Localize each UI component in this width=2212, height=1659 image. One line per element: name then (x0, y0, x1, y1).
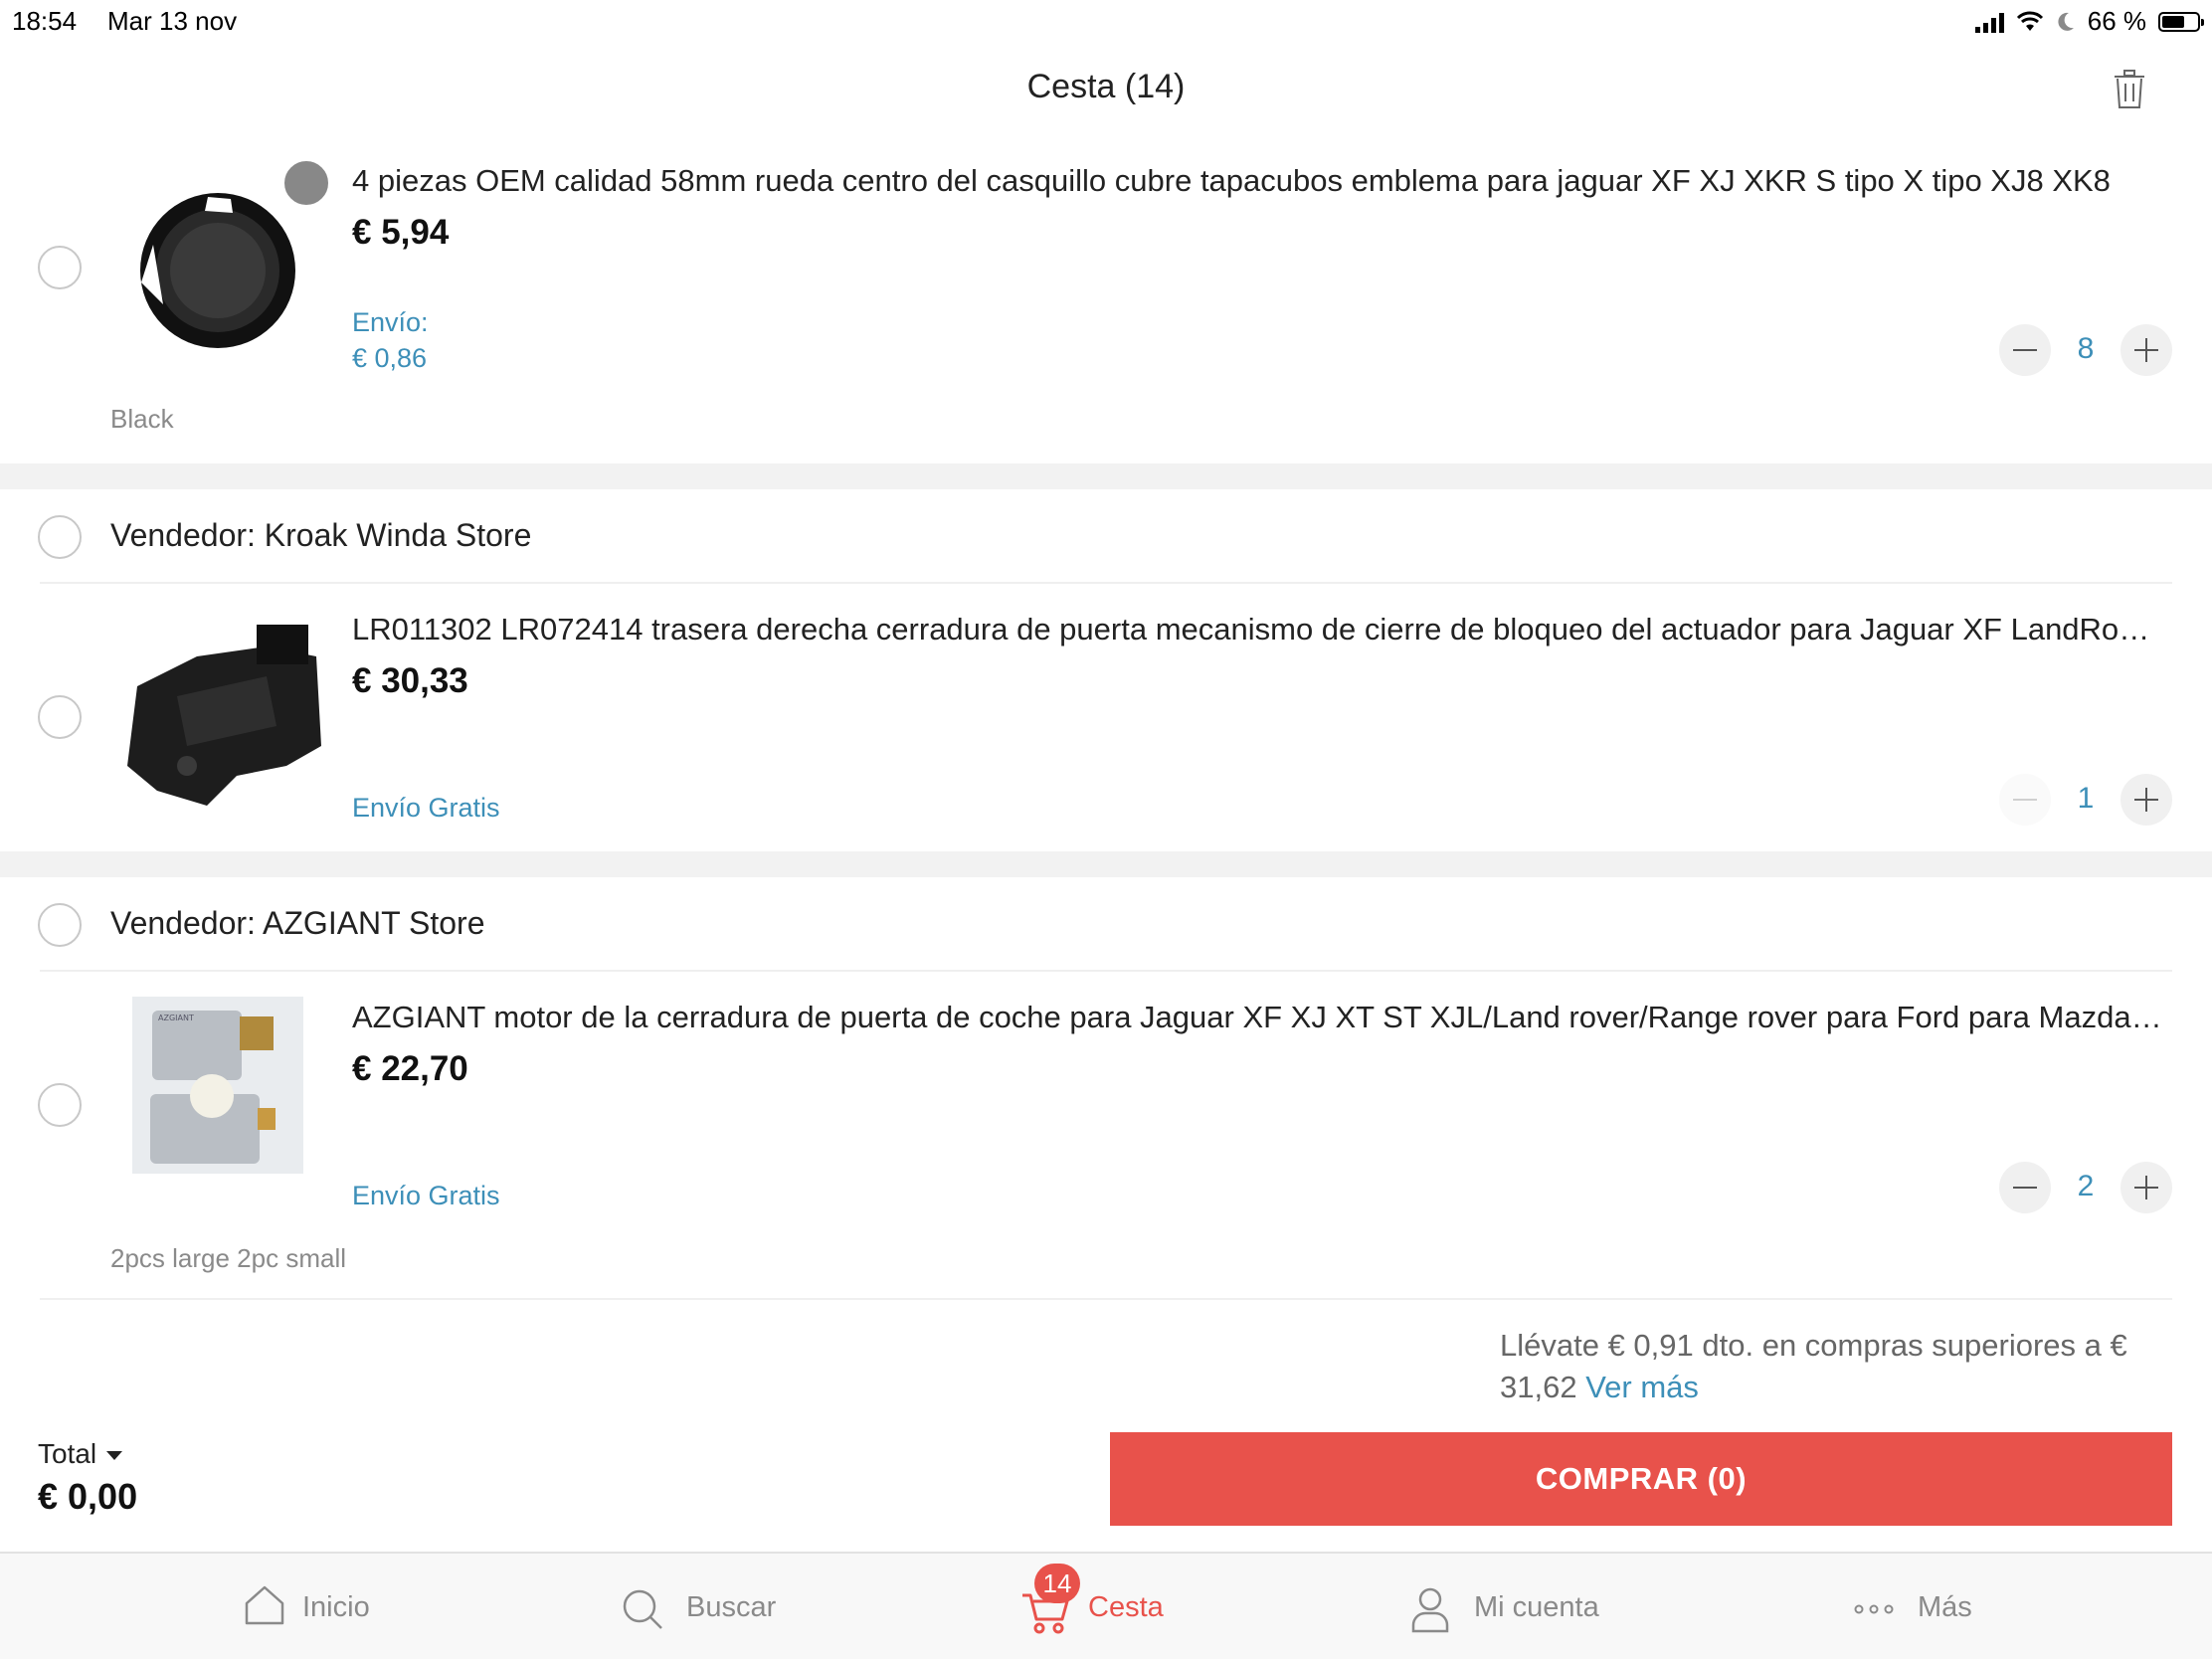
cart-count-badge: 14 (1034, 1564, 1080, 1603)
user-icon (1411, 1587, 1449, 1633)
tab-cesta[interactable]: Cesta (1088, 1591, 1164, 1624)
product-image[interactable] (133, 185, 302, 354)
tab-inicio[interactable]: Inicio (302, 1591, 370, 1624)
total-value: € 0,00 (38, 1476, 138, 1517)
divider (40, 1298, 2172, 1300)
tab-mas[interactable]: Más (1918, 1591, 1972, 1624)
caret-down-icon (106, 1451, 123, 1461)
do-not-disturb-icon (2058, 12, 2074, 31)
quantity-value[interactable]: 8 (2056, 332, 2116, 366)
free-shipping-label: Envío Gratis (352, 793, 500, 823)
seller-avatar (282, 159, 330, 207)
status-date: Mar 13 nov (107, 6, 238, 36)
divider (40, 582, 2172, 584)
quantity-decrease-button[interactable] (1999, 1162, 2051, 1213)
wifi-icon (2016, 11, 2043, 31)
quantity-increase-button[interactable] (2120, 324, 2172, 376)
quantity-decrease-button[interactable] (1999, 324, 2051, 376)
product-variant[interactable]: Black (110, 404, 174, 435)
svg-text:AZGIANT: AZGIANT (158, 1014, 194, 1022)
battery-percent: 66 % (2087, 6, 2146, 36)
product-price: € 5,94 (352, 213, 450, 252)
status-bar: 18:54 Mar 13 nov 66 % (0, 0, 2212, 44)
tab-mi-cuenta[interactable]: Mi cuenta (1474, 1591, 1599, 1624)
tab-buscar[interactable]: Buscar (686, 1591, 776, 1624)
status-time: 18:54 (12, 6, 78, 36)
product-price: € 30,33 (352, 661, 468, 700)
buy-button[interactable]: COMPRAR (0) (1110, 1432, 2172, 1526)
battery-icon (2158, 11, 2204, 32)
seller-select-radio[interactable] (38, 903, 82, 947)
status-indicators: 66 % (1974, 6, 2204, 37)
total-label: Total (38, 1438, 97, 1469)
shipping-label: Envío: (352, 307, 429, 337)
cellular-signal-icon (1974, 11, 2004, 33)
product-title[interactable]: 4 piezas OEM calidad 58mm rueda centro d… (352, 163, 2162, 199)
shipping-value: € 0,86 (352, 343, 428, 373)
discount-promo: Llévate € 0,91 dto. en compras superiore… (1500, 1325, 2176, 1408)
seller-name[interactable]: Vendedor: AZGIANT Store (110, 905, 485, 942)
door-lock-motor-image: AZGIANT (150, 1011, 276, 1164)
product-price: € 22,70 (352, 1049, 468, 1088)
see-more-link[interactable]: Ver más (1585, 1370, 1699, 1404)
item-select-radio[interactable] (38, 246, 82, 289)
section-divider (0, 463, 2212, 489)
quantity-value[interactable]: 2 (2056, 1170, 2116, 1203)
free-shipping-label: Envío Gratis (352, 1181, 500, 1210)
quantity-increase-button[interactable] (2120, 1162, 2172, 1213)
product-title[interactable]: AZGIANT motor de la cerradura de puerta … (352, 1000, 2162, 1035)
item-select-radio[interactable] (38, 695, 82, 739)
search-icon (623, 1589, 662, 1629)
quantity-value[interactable]: 1 (2056, 782, 2116, 816)
hubcap-image (140, 193, 295, 348)
section-divider (0, 851, 2212, 877)
quantity-decrease-button[interactable] (1999, 774, 2051, 826)
home-icon (245, 1585, 284, 1625)
divider (40, 970, 2172, 972)
page-title: Cesta (14) (1026, 68, 1186, 105)
door-lock-actuator-image (127, 625, 321, 806)
product-title[interactable]: LR011302 LR072414 trasera derecha cerrad… (352, 612, 2162, 647)
seller-select-radio[interactable] (38, 515, 82, 559)
item-select-radio[interactable] (38, 1083, 82, 1127)
product-variant[interactable]: 2pcs large 2pc small (110, 1243, 346, 1274)
more-icon (1854, 1604, 1894, 1614)
product-image[interactable]: AZGIANT (132, 997, 303, 1174)
total-toggle[interactable]: Total (38, 1438, 123, 1470)
product-image[interactable] (117, 617, 326, 816)
quantity-increase-button[interactable] (2120, 774, 2172, 826)
trash-icon[interactable] (2113, 70, 2146, 109)
seller-name[interactable]: Vendedor: Kroak Winda Store (110, 517, 531, 554)
